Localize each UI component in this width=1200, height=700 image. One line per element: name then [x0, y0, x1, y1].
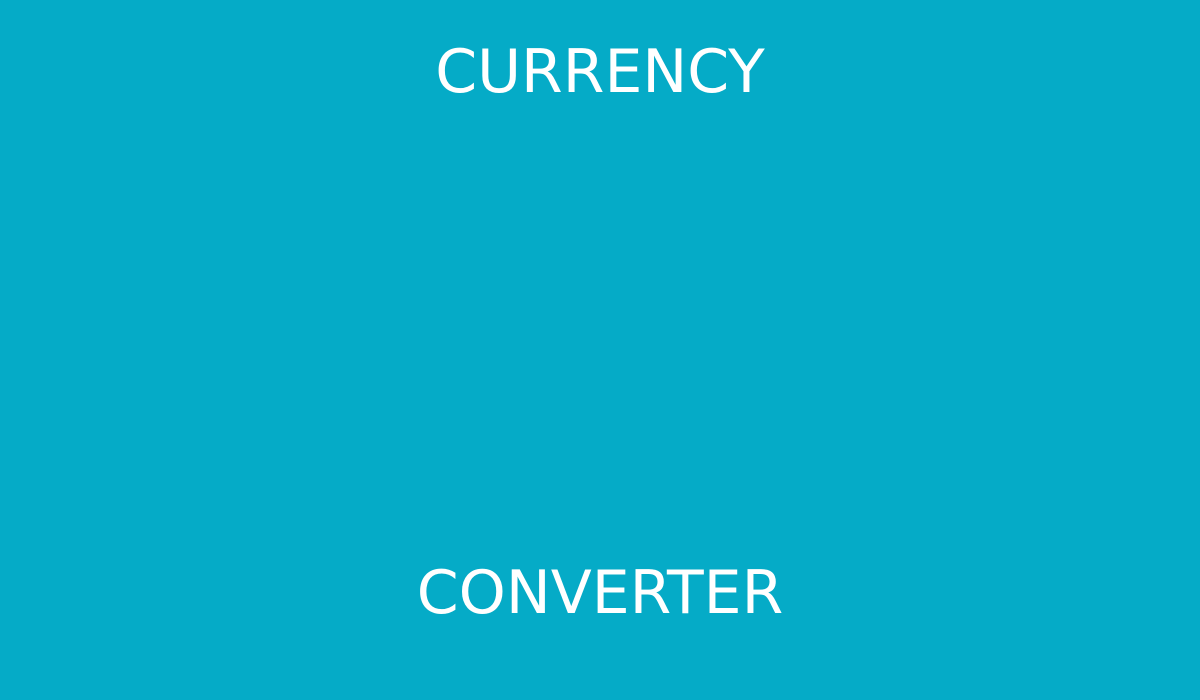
splash-screen: CURRENCY CONVERTER [0, 0, 1200, 700]
title-line-currency: CURRENCY [435, 37, 765, 107]
title-line-converter: CONVERTER [416, 558, 784, 628]
